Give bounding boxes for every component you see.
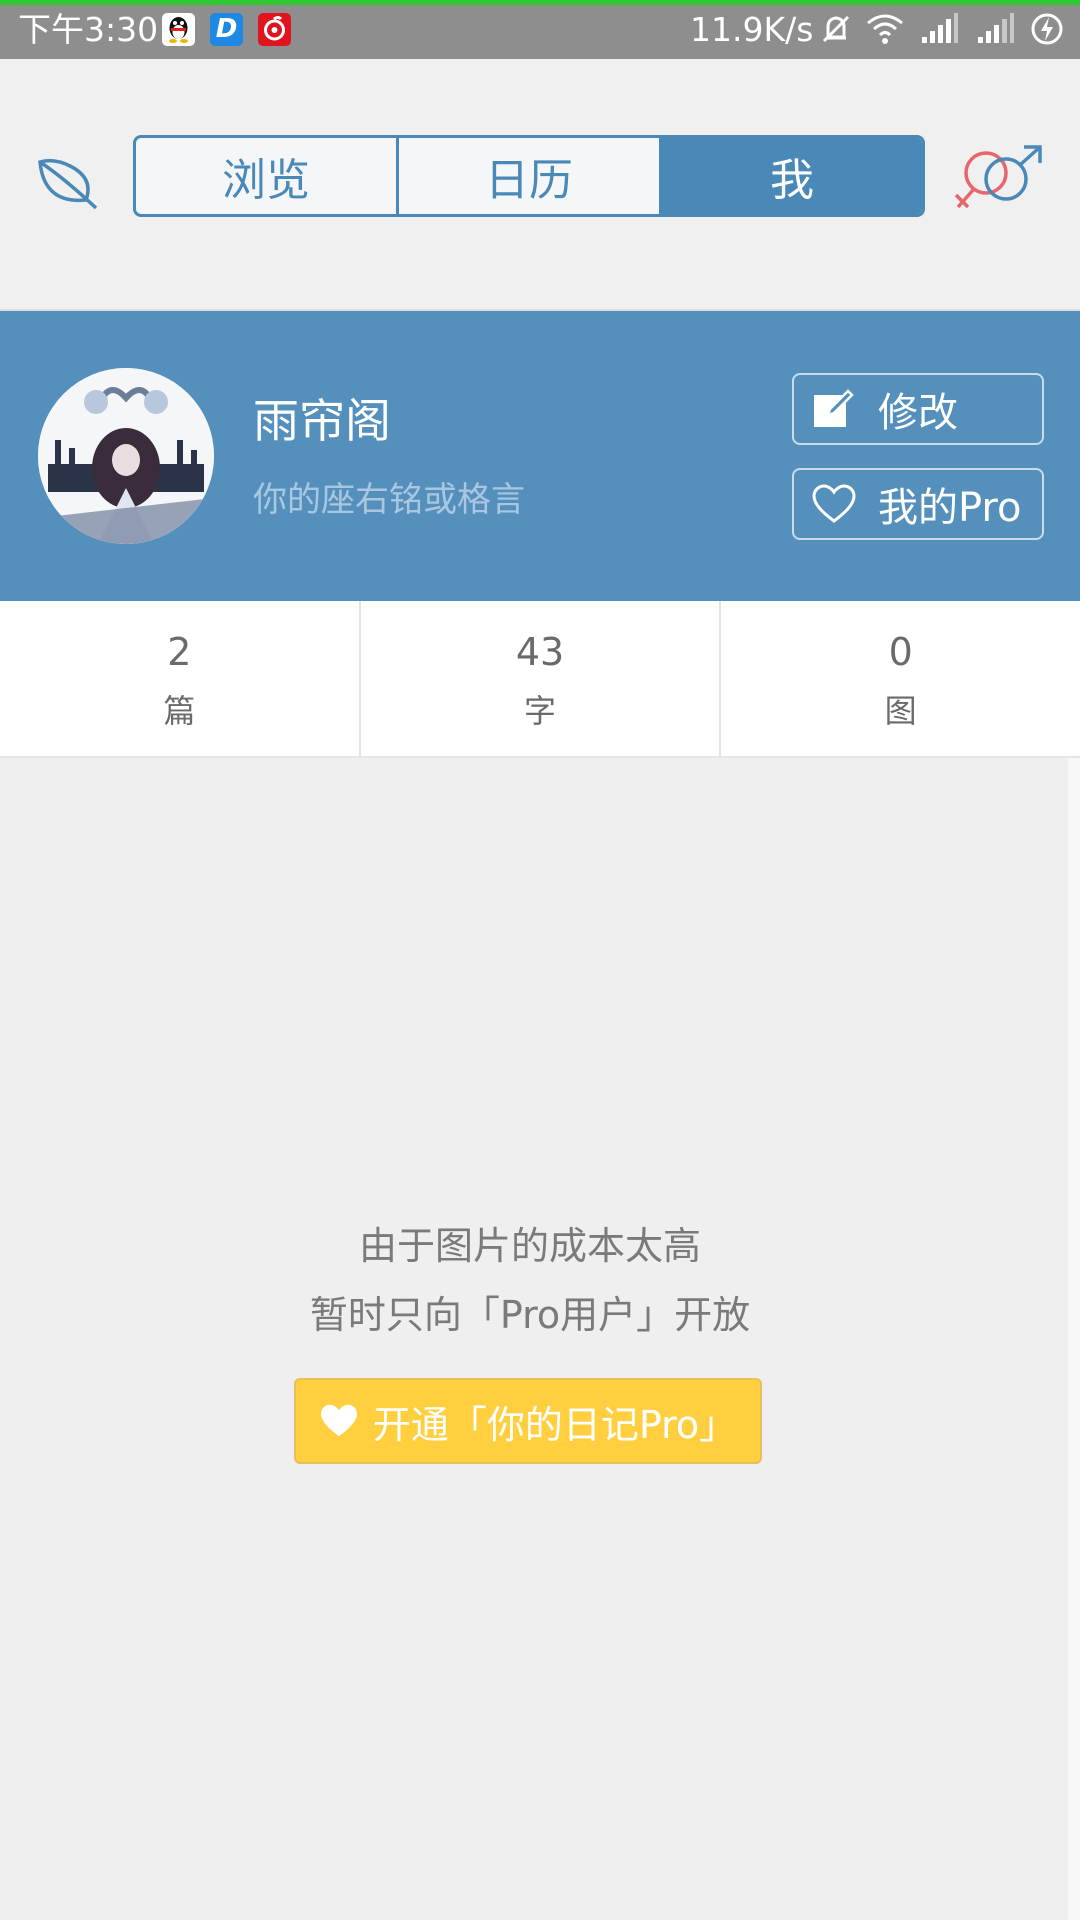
qq-icon [162,13,195,46]
activate-pro-label: 开通「你的日记Pro」 [372,1402,738,1447]
charging-icon [1031,13,1063,45]
wifi-icon [867,14,903,44]
status-time: 下午3:30 [18,10,159,49]
activate-pro-button[interactable]: 开通「你的日记Pro」 [294,1378,762,1464]
heart-icon [319,1403,359,1439]
netease-music-icon [258,13,291,46]
top-nav: 浏览 日历 我 [0,59,1080,311]
scroll-edge [1068,758,1080,1920]
tab-calendar[interactable]: 日历 [396,138,659,214]
stat-value: 43 [515,630,565,674]
tab-browse[interactable]: 浏览 [136,138,396,214]
gender-icon[interactable] [952,145,1044,211]
status-bar: 下午3:30 D 11.9K/s [0,0,1080,59]
mute-bell-icon [822,15,850,43]
edit-label: 修改 [878,390,958,436]
status-accent-line [0,0,1080,5]
motto-placeholder[interactable]: 你的座右铭或格言 [253,479,525,521]
view-switcher: 浏览 日历 我 [133,135,925,217]
network-speed: 11.9K/s [690,10,814,49]
stat-label: 字 [524,692,557,730]
stat-entries[interactable]: 2 篇 [0,601,359,756]
stat-words[interactable]: 43 字 [358,601,720,756]
edit-profile-button[interactable]: 修改 [792,373,1044,445]
signal-icon [922,13,958,43]
tab-me[interactable]: 我 [659,138,922,214]
stats-bar: 2 篇 43 字 0 图 [0,601,1080,758]
my-pro-button[interactable]: 我的Pro [792,468,1044,540]
signal-icon [978,13,1014,43]
username: 雨帘阁 [253,394,391,448]
edit-icon [812,387,856,431]
stat-label: 篇 [163,692,196,730]
my-pro-label: 我的Pro [878,485,1022,531]
stat-label: 图 [884,692,917,730]
notice-line-1: 由于图片的成本太高 [358,1224,701,1268]
d-app-icon: D [210,13,243,46]
stat-images[interactable]: 0 图 [719,601,1080,756]
avatar[interactable] [38,368,214,544]
leaf-icon[interactable] [34,148,98,212]
heart-outline-icon [812,482,856,526]
profile-header: 雨帘阁 你的座右铭或格言 修改 我的Pro [0,311,1080,601]
notice-line-2: 暂时只向「Pro用户」开放 [309,1293,751,1337]
stat-value: 2 [167,630,192,674]
stat-value: 0 [888,630,913,674]
